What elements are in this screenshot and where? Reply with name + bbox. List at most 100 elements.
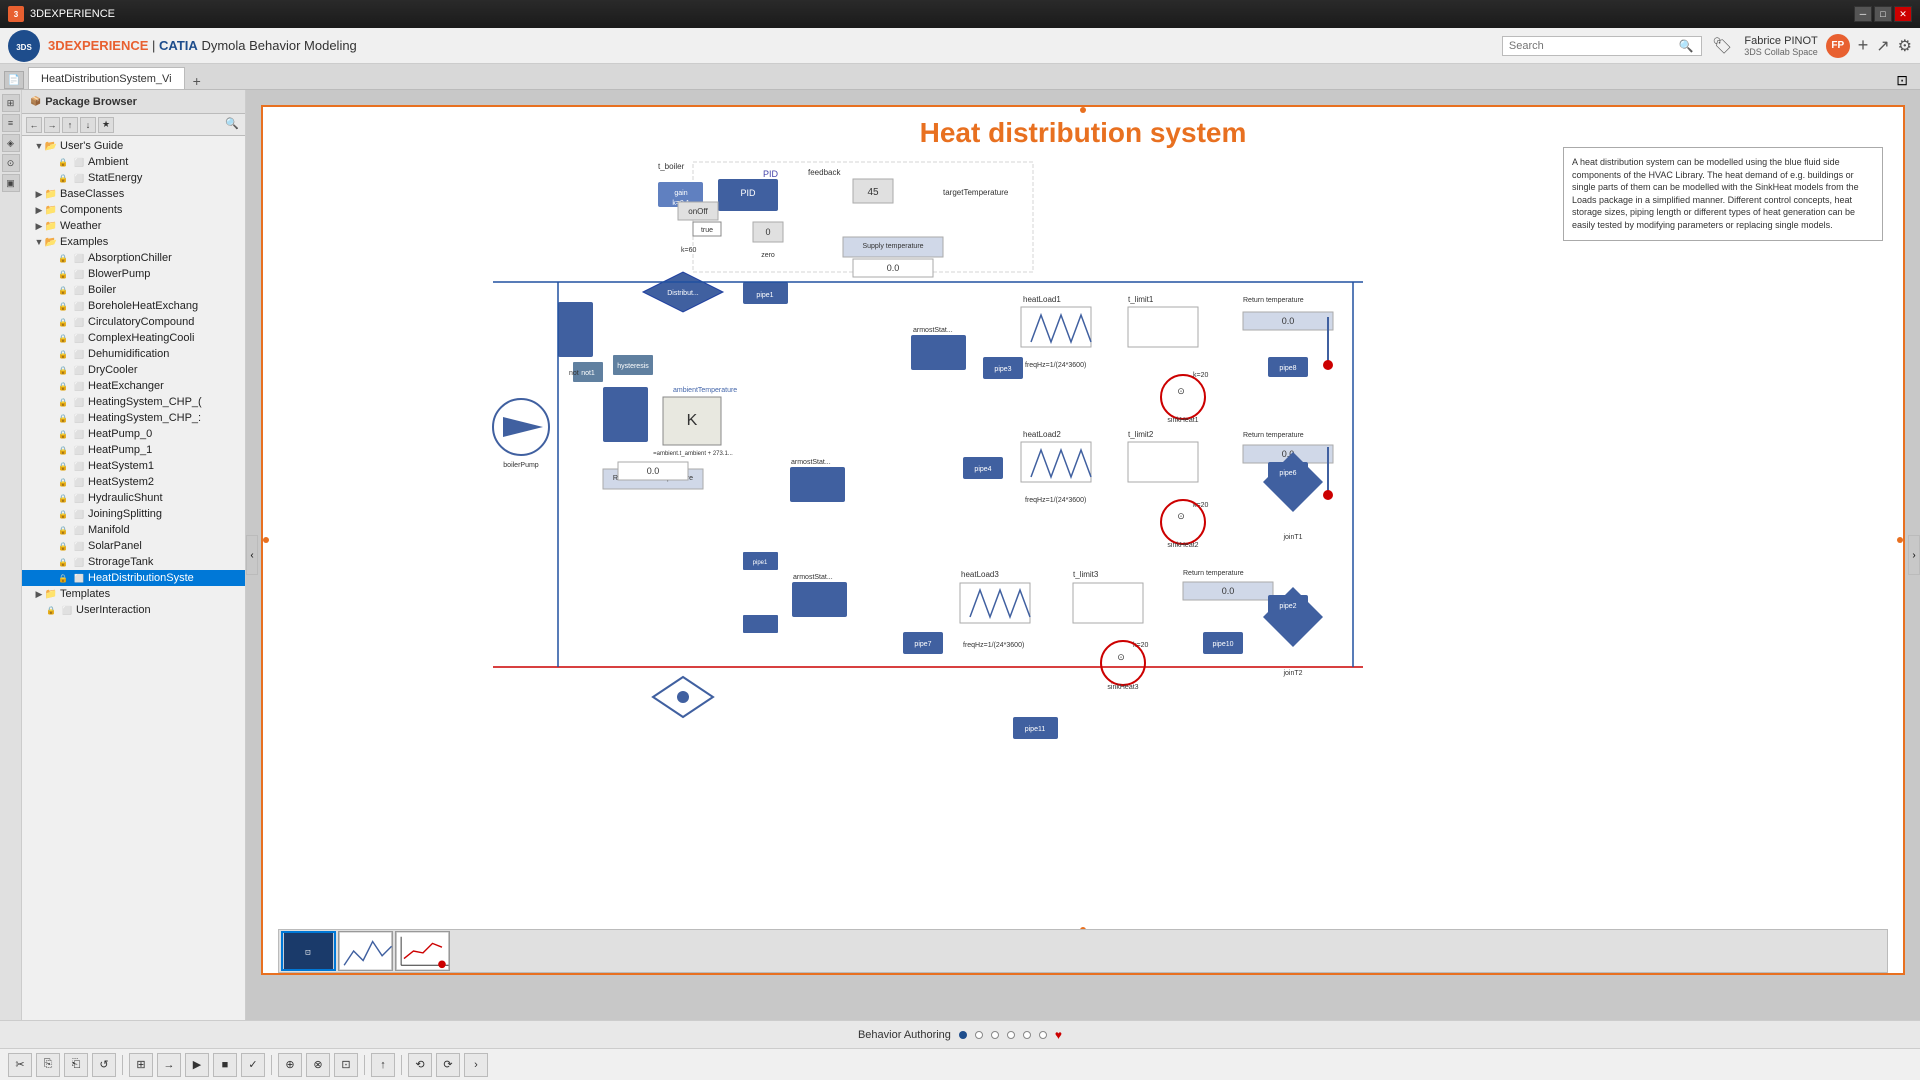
tree-arrow-templates: ▶: [34, 589, 44, 600]
svg-text:onOff: onOff: [688, 207, 708, 216]
collapse-left-button[interactable]: ‹: [246, 535, 258, 575]
zoom-in-button[interactable]: ⊕: [278, 1053, 302, 1077]
nav-down-button[interactable]: ↓: [80, 117, 96, 133]
tree-item-boiler[interactable]: 🔒⬜Boiler: [22, 282, 245, 298]
tree-item-ambient[interactable]: 🔒⬜Ambient: [22, 154, 245, 170]
svg-text:0.0: 0.0: [647, 466, 660, 476]
tree-item-weather[interactable]: ▶📁Weather: [22, 218, 245, 234]
svg-text:t_limit1: t_limit1: [1128, 295, 1154, 304]
thumb-ambient[interactable]: [338, 931, 393, 971]
tree-label-solarpanel: SolarPanel: [88, 540, 142, 552]
tree-item-heatpump1[interactable]: 🔒⬜HeatPump_1: [22, 442, 245, 458]
add-button[interactable]: +: [1858, 35, 1869, 56]
restore-icon[interactable]: ⊡: [1888, 72, 1916, 89]
tag-icon[interactable]: 🏷: [1712, 36, 1732, 56]
thumb-results[interactable]: [395, 931, 450, 971]
tree-item-userinteraction[interactable]: 🔒⬜UserInteraction: [22, 602, 245, 618]
sidebar-icon-1[interactable]: ⊞: [2, 94, 20, 112]
lock-icon-userinteraction: 🔒: [44, 603, 58, 617]
svg-text:not: not: [569, 370, 579, 377]
tree-item-heatsystem2[interactable]: 🔒⬜HeatSystem2: [22, 474, 245, 490]
tree-item-storagetank[interactable]: 🔒⬜StrorageTank: [22, 554, 245, 570]
tree-item-drycooler[interactable]: 🔒⬜DryCooler: [22, 362, 245, 378]
undo-button[interactable]: ↺: [92, 1053, 116, 1077]
tree-item-boreholeheatexchang[interactable]: 🔒⬜BoreholeHeatExchang: [22, 298, 245, 314]
active-tab[interactable]: HeatDistributionSystem_Vi: [28, 67, 185, 89]
zoom-fit-button[interactable]: ⊡: [334, 1053, 358, 1077]
stop-button[interactable]: ■: [213, 1053, 237, 1077]
window-controls: ─ □ ✕: [1854, 6, 1912, 22]
tree-item-complexheatingcooli[interactable]: 🔒⬜ComplexHeatingCooli: [22, 330, 245, 346]
settings-icon[interactable]: ⚙: [1898, 36, 1912, 56]
nav-up-button[interactable]: ↑: [62, 117, 78, 133]
more-button[interactable]: ›: [464, 1053, 488, 1077]
export-button[interactable]: ↑: [371, 1053, 395, 1077]
model-icon-statenergy: ⬜: [72, 171, 86, 185]
check-button[interactable]: ✓: [241, 1053, 265, 1077]
sidebar-icon-4[interactable]: ⊙: [2, 154, 20, 172]
tree-item-examples[interactable]: ▼📂Examples: [22, 234, 245, 250]
search-input[interactable]: [1509, 40, 1679, 52]
tree-item-solarpanel[interactable]: 🔒⬜SolarPanel: [22, 538, 245, 554]
maximize-button[interactable]: □: [1874, 6, 1892, 22]
tree-item-heatingsystemchp0[interactable]: 🔒⬜HeatingSystem_CHP_(: [22, 394, 245, 410]
sidebar-icon-2[interactable]: ≡: [2, 114, 20, 132]
nav-star-button[interactable]: ★: [98, 117, 114, 133]
tree-item-blowerpump[interactable]: 🔒⬜BlowerPump: [22, 266, 245, 282]
separator-4: [401, 1055, 402, 1075]
tree-item-baseclasses[interactable]: ▶📁BaseClasses: [22, 186, 245, 202]
svg-text:heatLoad1: heatLoad1: [1023, 295, 1061, 304]
cut-button[interactable]: ✂: [8, 1053, 32, 1077]
search-icon[interactable]: 🔍: [1679, 39, 1694, 53]
zoom-out-button[interactable]: ⊗: [306, 1053, 330, 1077]
svg-text:t_limit2: t_limit2: [1128, 430, 1154, 439]
tree-item-joiningsplitting[interactable]: 🔒⬜JoiningSplitting: [22, 506, 245, 522]
tree-label-joiningsplitting: JoiningSplitting: [88, 508, 162, 520]
separator-2: [271, 1055, 272, 1075]
nav-back-button[interactable]: ←: [26, 117, 42, 133]
copy-button[interactable]: ⎘: [36, 1053, 60, 1077]
thumb-diagram[interactable]: ⊡: [281, 931, 336, 971]
tree-item-users-guide[interactable]: ▼📂User's Guide: [22, 138, 245, 154]
minimize-button[interactable]: ─: [1854, 6, 1872, 22]
user-avatar[interactable]: FP: [1826, 34, 1850, 58]
add-tab-button[interactable]: +: [185, 73, 209, 89]
simulate-button[interactable]: ▶: [185, 1053, 209, 1077]
sidebar-search-button[interactable]: 🔍: [225, 117, 241, 133]
paste-button[interactable]: ⎗: [64, 1053, 88, 1077]
tree-item-templates[interactable]: ▶📁Templates: [22, 586, 245, 602]
search-box[interactable]: 🔍: [1502, 36, 1702, 56]
tree-item-heatingsystemchp1[interactable]: 🔒⬜HeatingSystem_CHP_:: [22, 410, 245, 426]
tree-item-heatexchanger[interactable]: 🔒⬜HeatExchanger: [22, 378, 245, 394]
tree-item-hydraulicshunt[interactable]: 🔒⬜HydraulicShunt: [22, 490, 245, 506]
status-heart-icon: ♥: [1055, 1028, 1062, 1042]
tree-item-components[interactable]: ▶📁Components: [22, 202, 245, 218]
folder-icon-weather: 📁: [44, 219, 58, 233]
tree-item-absorptionchiller[interactable]: 🔒⬜AbsorptionChiller: [22, 250, 245, 266]
lock-icon-drycooler: 🔒: [56, 363, 70, 377]
lock-icon-heatexchanger: 🔒: [56, 379, 70, 393]
user-name: Fabrice PINOT: [1744, 35, 1818, 47]
tree-item-manifold[interactable]: 🔒⬜Manifold: [22, 522, 245, 538]
tree-item-statenergy[interactable]: 🔒⬜StatEnergy: [22, 170, 245, 186]
tree-label-baseclasses: BaseClasses: [60, 188, 124, 200]
rotate-button[interactable]: ⟲: [408, 1053, 432, 1077]
collapse-right-button[interactable]: ›: [1908, 535, 1920, 575]
tree-label-storagetank: StrorageTank: [88, 556, 153, 568]
tree-item-circulatorycompound[interactable]: 🔒⬜CirculatoryCompound: [22, 314, 245, 330]
tree-label-heatsystem2: HeatSystem2: [88, 476, 154, 488]
close-button[interactable]: ✕: [1894, 6, 1912, 22]
tree-item-heatsystem1[interactable]: 🔒⬜HeatSystem1: [22, 458, 245, 474]
tree-item-heatpump0[interactable]: 🔒⬜HeatPump_0: [22, 426, 245, 442]
flip-button[interactable]: ⟳: [436, 1053, 460, 1077]
nav-forward-button[interactable]: →: [44, 117, 60, 133]
tree-item-dehumidification[interactable]: 🔒⬜Dehumidification: [22, 346, 245, 362]
sidebar-icon-3[interactable]: ◈: [2, 134, 20, 152]
connect-button[interactable]: →: [157, 1053, 181, 1077]
svg-text:armostStat...: armostStat...: [913, 327, 953, 334]
grid-button[interactable]: ⊞: [129, 1053, 153, 1077]
sidebar-icon-5[interactable]: ▣: [2, 174, 20, 192]
tree-item-heatdistributionsyste[interactable]: 🔒⬜HeatDistributionSyste: [22, 570, 245, 586]
svg-text:joinT1: joinT1: [1282, 534, 1302, 541]
share-icon[interactable]: ↗: [1876, 36, 1889, 56]
